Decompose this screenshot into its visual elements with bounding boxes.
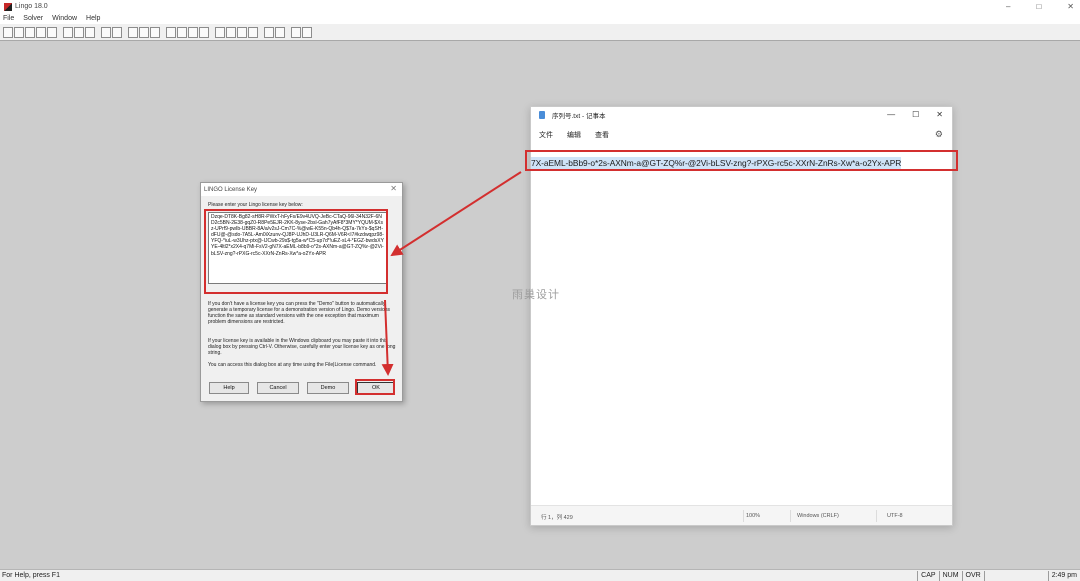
status-help-text: For Help, press F1 — [2, 572, 60, 579]
arrow-to-ok — [381, 299, 394, 376]
status-empty — [983, 570, 1048, 581]
status-num: NUM — [938, 570, 962, 581]
arrow-to-dialog — [390, 171, 522, 257]
status-bar: For Help, press F1 CAP NUM OVR 2:49 pm — [0, 569, 1080, 581]
watermark: 雨巢设计 — [512, 289, 560, 301]
status-time: 2:49 pm — [1047, 570, 1080, 581]
status-ovr: OVR — [961, 570, 984, 581]
status-cap: CAP — [917, 570, 938, 581]
